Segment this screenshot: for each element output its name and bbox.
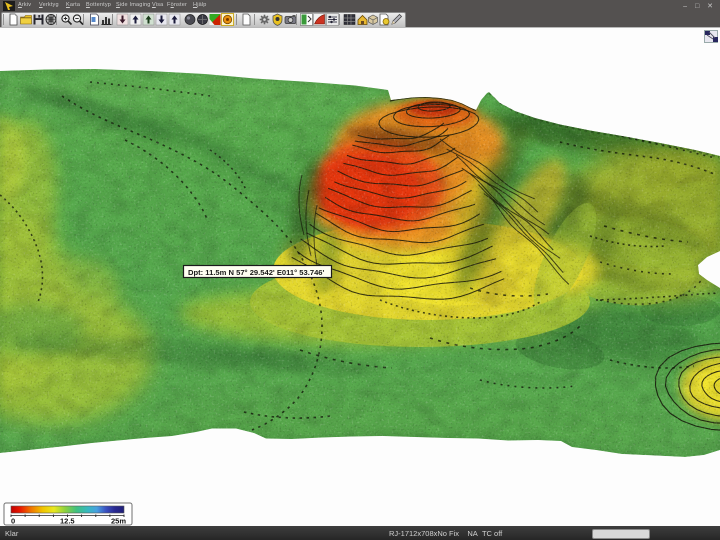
svg-text:12.5: 12.5 xyxy=(60,517,75,526)
svg-text:0: 0 xyxy=(11,517,15,526)
svg-text:Dpt: 11.5m N 57° 29.542' E011°: Dpt: 11.5m N 57° 29.542' E011° 53.746' xyxy=(188,268,325,277)
svg-text:25m: 25m xyxy=(111,517,126,526)
